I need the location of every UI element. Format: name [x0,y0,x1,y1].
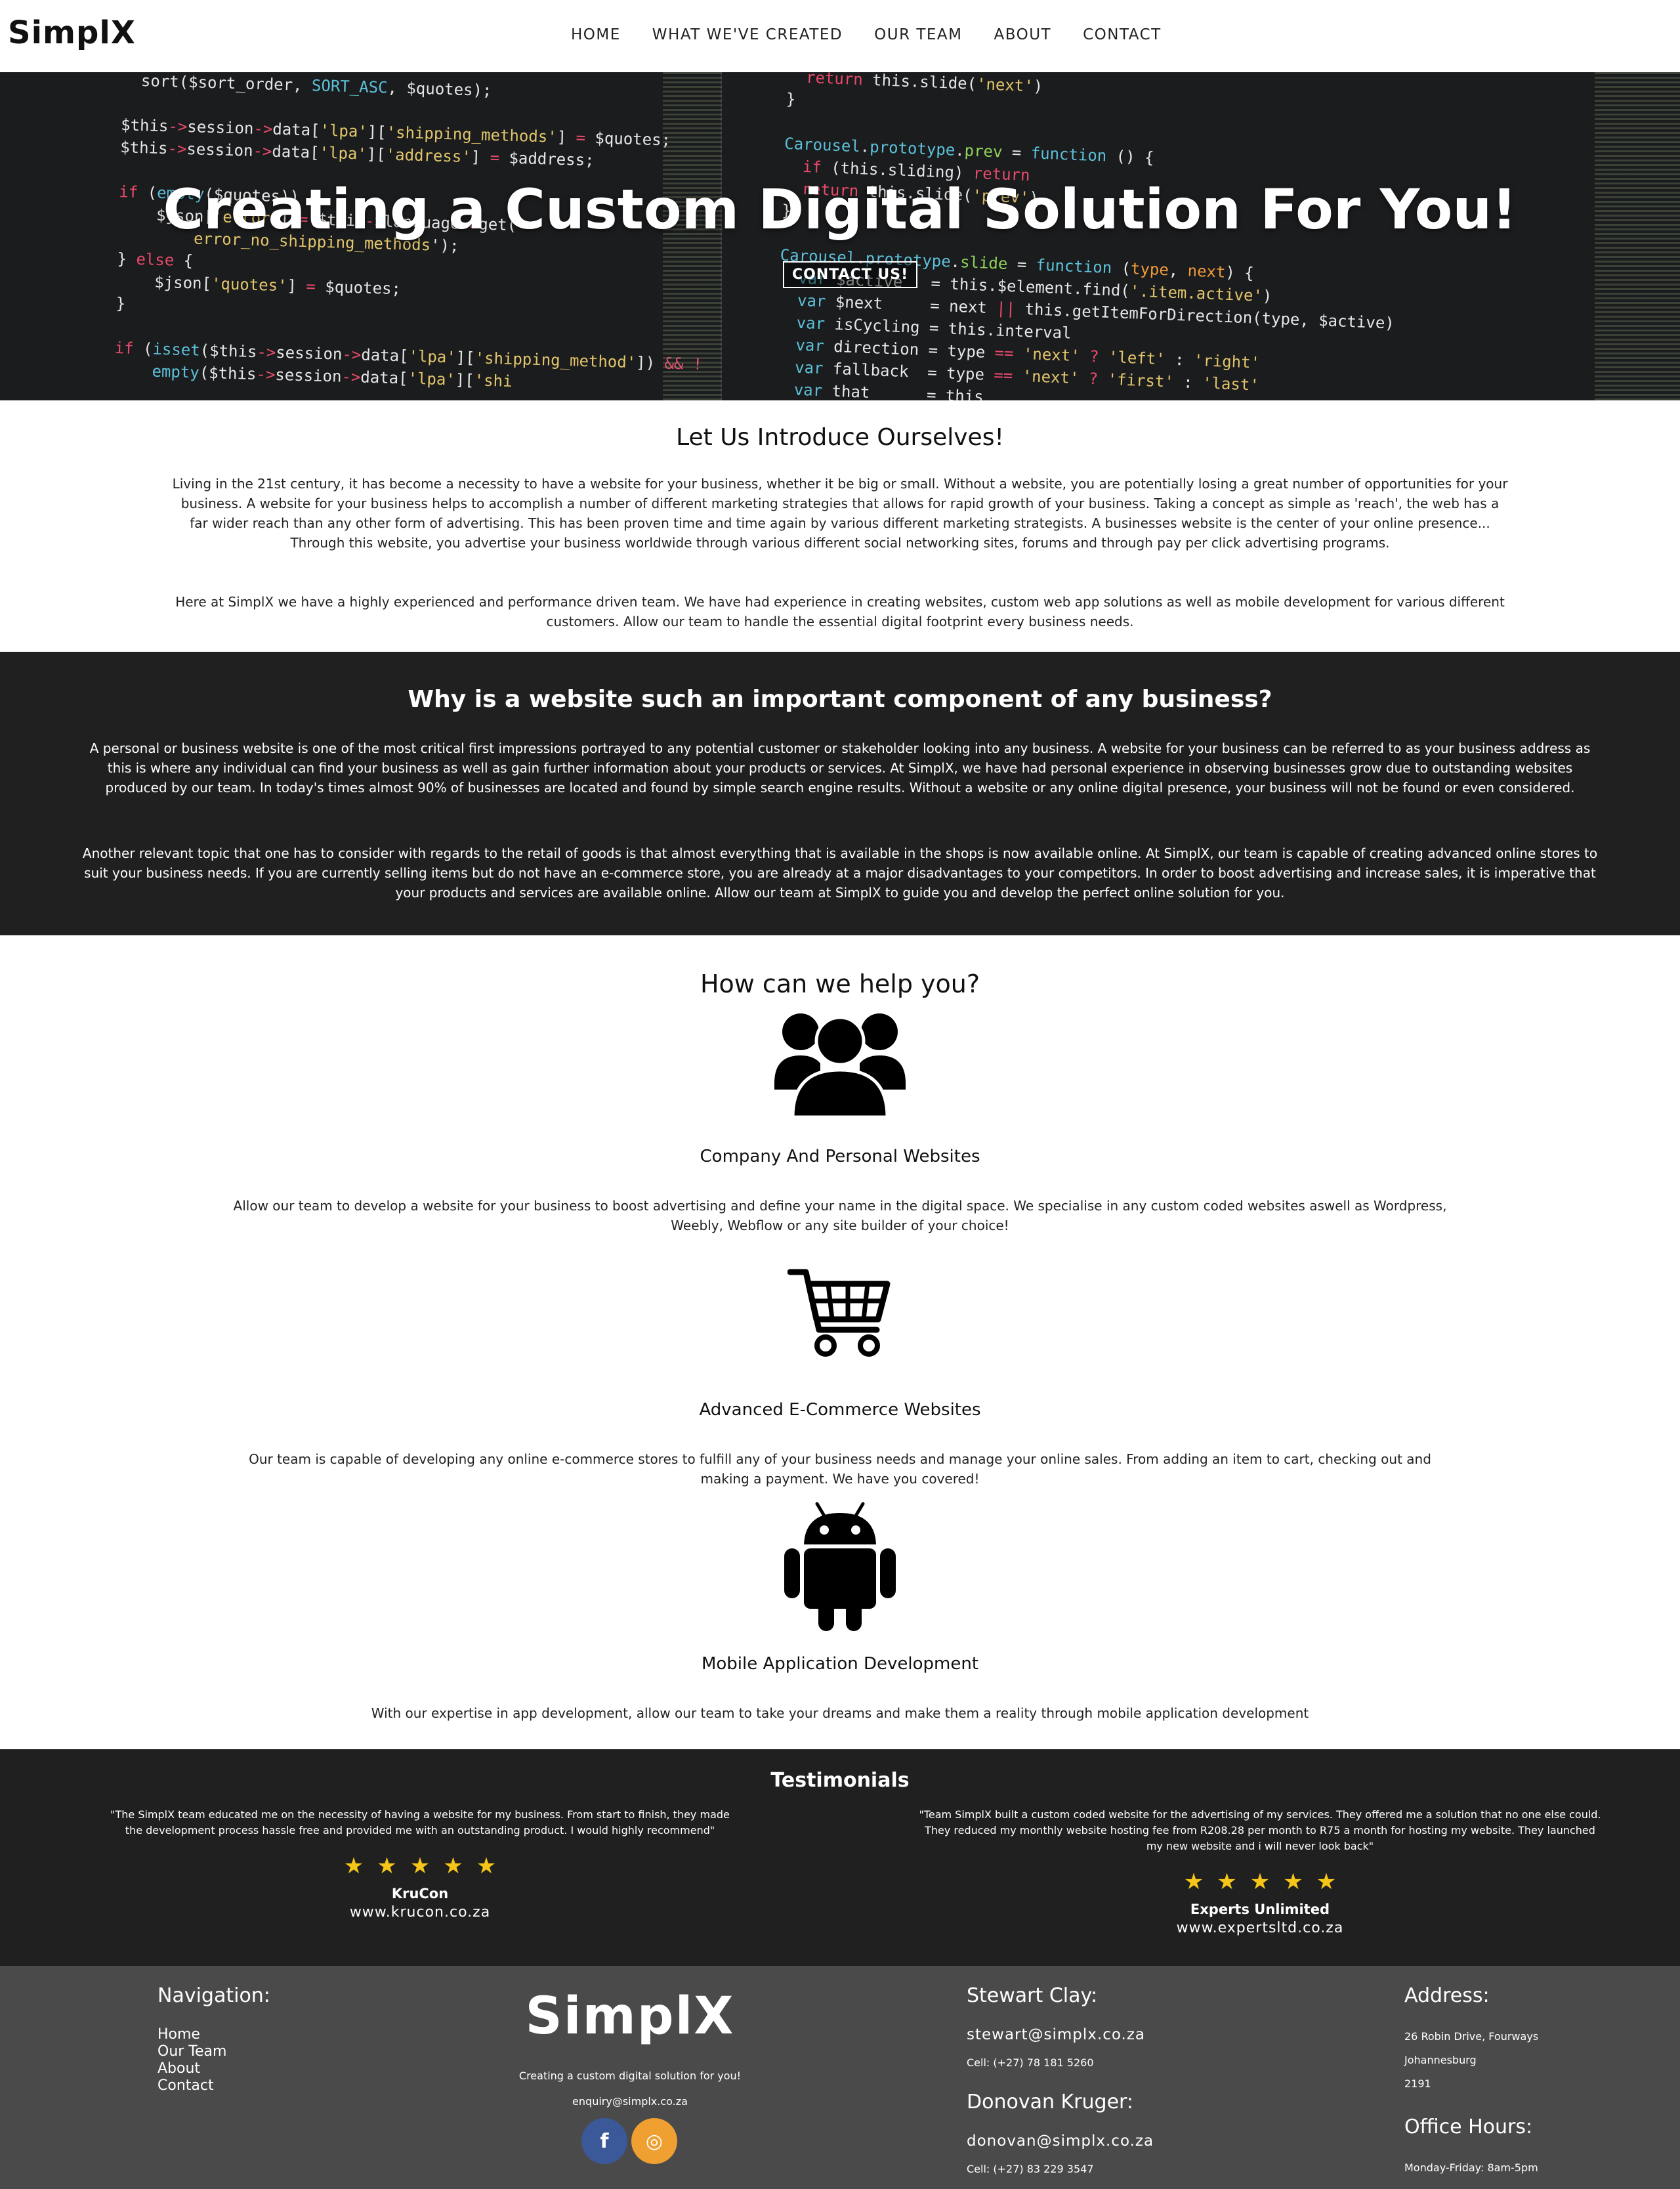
office-hours: Monday-Friday: 8am-5pm [1404,2161,1538,2174]
facebook-icon[interactable]: f [581,2118,627,2164]
main-nav: HOME WHAT WE'VE CREATED OUR TEAM ABOUT C… [571,26,1193,43]
contact-1-email[interactable]: stewart@simplx.co.za [967,2026,1145,2043]
testimonial-card: "The SimplX team educated me on the nece… [105,1807,735,1921]
services-section: How can we help you? Company And Persona… [0,935,1680,1749]
services-title: How can we help you? [700,969,980,998]
why-paragraph-1: A personal or business website is one of… [89,740,1591,796]
service-desc-ecommerce: Our team is capable of developing any on… [249,1451,1431,1487]
intro-paragraph-1: Living in the 21st century, it has becom… [172,476,1508,551]
nav-contact[interactable]: CONTACT [1083,26,1162,43]
address-line-2: Johannesburg [1404,2054,1477,2066]
contact-2-name: Donovan Kruger: [967,2091,1133,2114]
testimonial-quote: "The SimplX team educated me on the nece… [110,1808,730,1837]
star-rating: ★★★★★ [343,1853,510,1879]
contact-2-email[interactable]: donovan@simplx.co.za [967,2133,1154,2150]
footer-nav-title: Navigation: [158,1984,270,2007]
contact-us-button[interactable]: CONTACT US! [783,261,918,288]
address-line-3: 2191 [1404,2077,1431,2090]
office-hours-title: Office Hours: [1404,2115,1533,2138]
testimonial-website[interactable]: www.krucon.co.za [105,1904,735,1921]
testimonial-name: KruCon [391,1886,449,1902]
testimonial-website[interactable]: www.expertsltd.co.za [919,1920,1601,1936]
star-rating: ★★★★★ [1183,1869,1350,1895]
service-title-ecommerce: Advanced E-Commerce Websites [699,1400,981,1420]
nav-our-team[interactable]: OUR TEAM [874,26,962,43]
footer-link-home[interactable]: Home [158,2026,226,2043]
nav-what-weve-created[interactable]: WHAT WE'VE CREATED [652,26,843,43]
hero-title: Creating a Custom Digital Solution For Y… [163,177,1517,242]
testimonial-card: "Team SimplX built a custom coded websit… [919,1807,1601,1936]
nav-home[interactable]: HOME [571,26,621,43]
footer-link-our-team[interactable]: Our Team [158,2043,226,2060]
site-logo[interactable]: SimplX [8,14,136,51]
nav-about[interactable]: ABOUT [994,26,1052,43]
why-title: Why is a website such an important compo… [408,686,1272,713]
service-desc-websites: Allow our team to develop a website for … [233,1198,1447,1233]
footer-tagline: Creating a custom digital solution for y… [518,2070,742,2082]
intro-title: Let Us Introduce Ourselves! [676,424,1004,451]
intro-paragraph-2: Here at SimplX we have a highly experien… [175,594,1505,629]
site-header: SimplX HOME WHAT WE'VE CREATED OUR TEAM … [0,0,1680,72]
testimonial-name: Experts Unlimited [1190,1902,1330,1917]
footer-nav-links: Home Our Team About Contact [158,2026,226,2094]
why-paragraph-2: Another relevant topic that one has to c… [82,845,1598,901]
footer-enquiry-email[interactable]: enquiry@simplx.co.za [407,2095,853,2108]
contact-1-cell: Cell: (+27) 78 181 5260 [967,2056,1094,2069]
android-icon [784,1502,896,1631]
site-footer: Navigation: Home Our Team About Contact … [0,1966,1680,2189]
footer-logo: SimplX [525,1987,735,2046]
hero-banner: sort($sort_order, SORT_ASC, $quotes); $t… [0,72,1680,400]
footer-link-contact[interactable]: Contact [158,2077,226,2094]
service-title-websites: Company And Personal Websites [700,1147,980,1166]
address-line-1: 26 Robin Drive, Fourways [1404,2030,1539,2043]
testimonials-title: Testimonials [770,1769,910,1792]
testimonial-quote: "Team SimplX built a custom coded websit… [919,1808,1601,1852]
why-section: Why is a website such an important compo… [0,652,1680,935]
footer-link-about[interactable]: About [158,2060,226,2077]
shopping-cart-icon [788,1269,891,1357]
service-desc-mobile: With our expertise in app development, a… [371,1705,1309,1721]
instagram-icon[interactable]: ◎ [631,2118,677,2164]
users-icon [774,1013,906,1117]
address-title: Address: [1404,1984,1490,2007]
testimonials-section: Testimonials "The SimplX team educated m… [0,1749,1680,1966]
intro-section: Let Us Introduce Ourselves! Living in th… [0,400,1680,652]
contact-1-name: Stewart Clay: [967,1984,1098,2007]
service-title-mobile: Mobile Application Development [701,1654,979,1674]
contact-2-cell: Cell: (+27) 83 229 3547 [967,2163,1094,2175]
